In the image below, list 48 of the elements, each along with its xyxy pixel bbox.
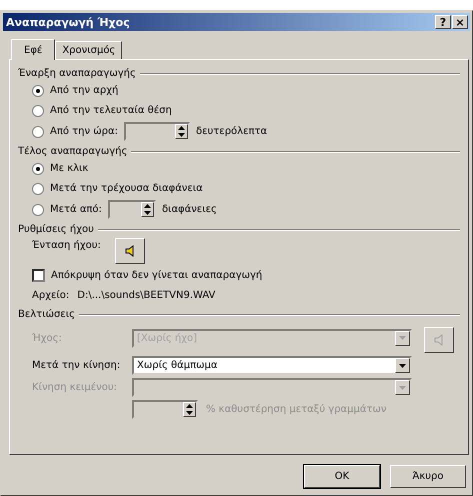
radio-button[interactable] (32, 126, 44, 138)
spin-field[interactable] (132, 400, 198, 419)
group-title: Έναρξη αναπαραγωγής (18, 68, 136, 79)
checkbox-label: Απόκρυψη όταν δεν γίνεται αναπαραγωγή (51, 270, 262, 281)
field-label: Μετά την κίνηση: (32, 360, 122, 371)
radio-button[interactable] (32, 162, 44, 174)
radio-label: Μετά την τρέχουσα διαφάνεια (50, 183, 203, 194)
field-label: Ήχος: (32, 332, 63, 344)
radio-label: Από την τελευταία θέση (50, 105, 172, 116)
radio-label: Από την ώρα: (50, 126, 118, 137)
dropdown-arrow-icon (399, 336, 406, 340)
spin-field[interactable] (108, 200, 156, 219)
group-title: Βελτιώσεις (18, 309, 75, 320)
group-title: Ρυθμίσεις ήχου (18, 224, 94, 235)
spin-arrows-icon (144, 204, 151, 215)
close-button[interactable]: × (452, 15, 468, 29)
spin-field[interactable] (124, 122, 190, 141)
speaker-icon (124, 245, 135, 257)
cancel-button[interactable]: Άκυρο (390, 465, 466, 488)
unit-label: διαφάνειες (162, 204, 217, 215)
radio-button[interactable] (32, 84, 44, 96)
file-path: D:\...\sounds\BEETVN9.WAV (77, 290, 216, 301)
group-title: Τέλος αναπαραγωγής (18, 146, 128, 157)
spin-arrows-icon (186, 404, 193, 415)
radio-button[interactable] (32, 204, 44, 216)
help-button[interactable]: ? (435, 15, 451, 29)
checkbox[interactable] (32, 269, 45, 282)
speaker-icon (434, 334, 444, 346)
sound-button[interactable] (424, 327, 454, 353)
radio-button[interactable] (32, 104, 44, 116)
radio-label: Μετά από: (50, 204, 102, 215)
window-title: Αναπαραγωγή Ήχος (6, 16, 131, 28)
spin-arrows-icon (178, 126, 185, 137)
ok-button[interactable]: OK (304, 465, 380, 488)
radio-button[interactable] (32, 182, 44, 194)
volume-button[interactable] (114, 238, 145, 264)
unit-label: δευτερόλεπτα (196, 126, 268, 137)
dropdown-arrow-icon (399, 386, 406, 390)
radio-label: Με κλικ (50, 163, 88, 174)
dropdown[interactable]: Χωρίς θάμπωμα (132, 356, 412, 375)
tab[interactable]: Χρονισμός (55, 41, 122, 59)
file-label: Αρχείο: (32, 290, 70, 301)
field-label: Κίνηση κειμένου: (32, 382, 118, 393)
dropdown-arrow-icon (399, 364, 406, 368)
tab[interactable]: Εφέ (11, 39, 56, 60)
radio-label: Από την αρχή (50, 85, 118, 96)
delay-label: % καθυστέρηση μεταξύ γραμμάτων (206, 404, 386, 415)
volume-label: Ένταση ήχου: (32, 240, 101, 251)
